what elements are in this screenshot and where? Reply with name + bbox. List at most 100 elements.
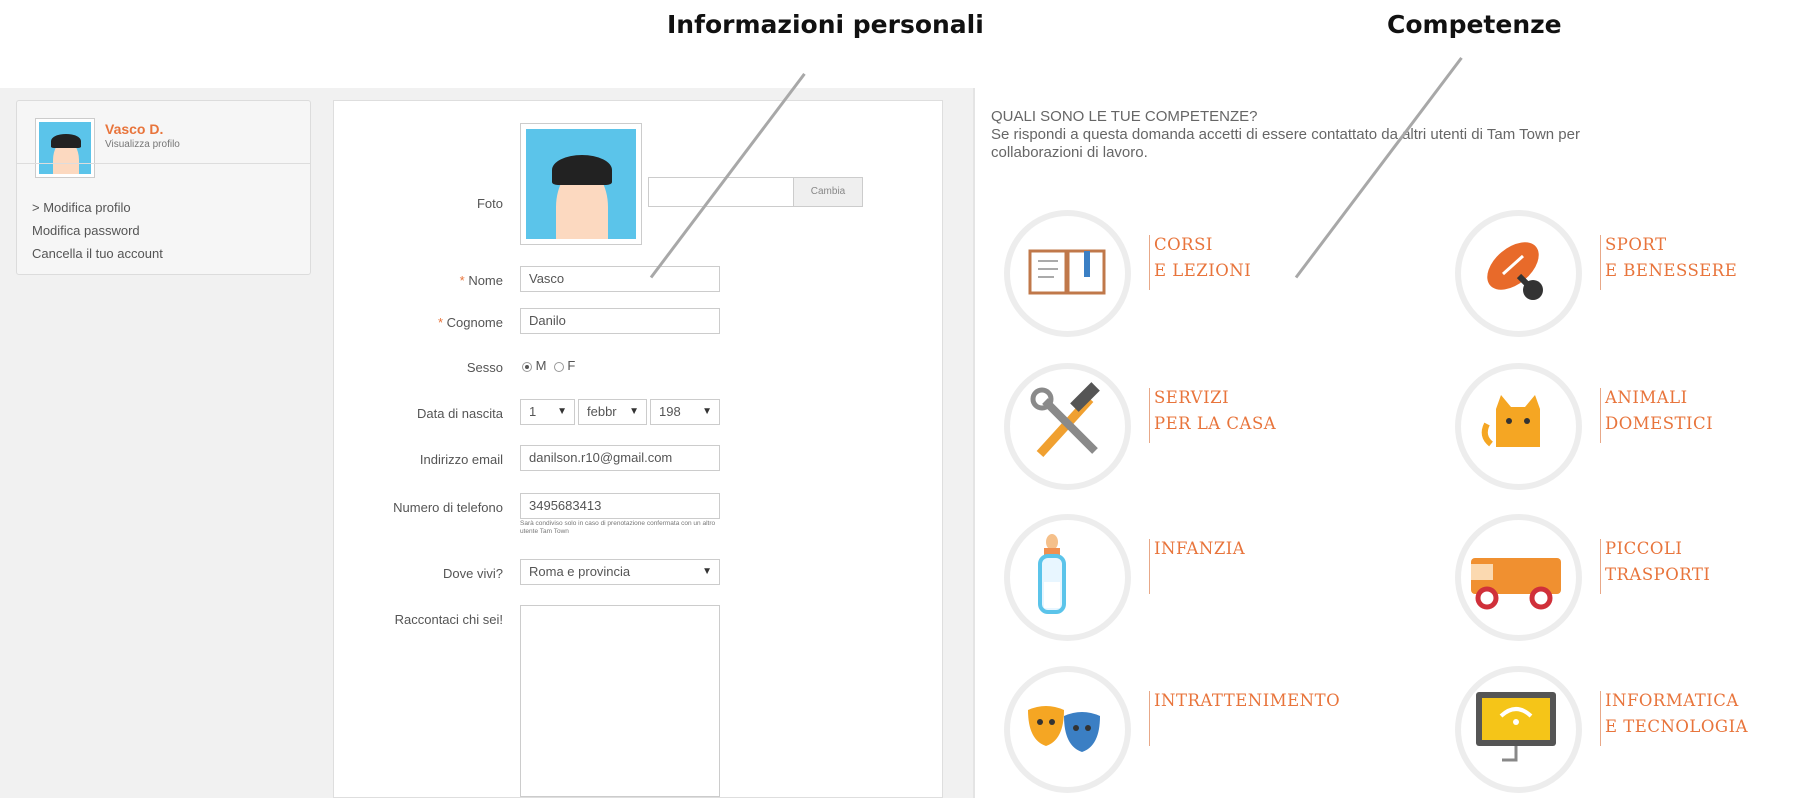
view-profile-link[interactable]: Visualizza profilo [105,139,180,150]
van-icon [1471,558,1561,610]
skill-label: CORSI E LEZIONI [1154,232,1251,284]
menu-item-cancella-account[interactable]: Cancella il tuo account [32,242,163,265]
menu-item-modifica-password[interactable]: Modifica password [32,219,163,242]
skill-label-line2: DOMESTICI [1605,414,1714,433]
sesso-radio-m[interactable] [522,361,532,372]
location-select[interactable]: Roma e provincia ▼ [520,559,720,585]
skill-item-animali[interactable]: ANIMALI DOMESTICI [1455,363,1811,493]
skill-label-line1: SERVIZI [1154,388,1230,407]
skill-label-line1: INFANZIA [1154,539,1246,558]
birth-day-value: 1 [529,404,537,419]
skill-label-line2: E TECNOLOGIA [1605,717,1749,736]
skill-item-infanzia[interactable]: INFANZIA [1004,514,1524,644]
skill-icon-circle [1004,363,1131,490]
cat-icon [1481,395,1540,447]
birth-year-select[interactable]: 198 ▼ [650,399,720,425]
skill-label: INFANZIA [1154,536,1245,562]
required-mark: * [459,273,465,288]
avatar[interactable] [35,118,95,178]
phone-help-text: Sarà condiviso solo in caso di prenotazi… [520,520,716,535]
skill-label-line2: TRASPORTI [1605,565,1711,584]
skill-label: INTRATTENIMENTO [1154,688,1340,714]
skill-item-sport[interactable]: SPORT E BENESSERE [1455,210,1811,340]
book-icon [1028,249,1106,295]
change-photo-button[interactable]: Cambia [793,177,863,207]
skill-separator [1600,235,1601,290]
skill-label: SERVIZI PER LA CASA [1154,385,1276,437]
about-label: Raccontaci chi sei! [394,612,503,627]
profile-name[interactable]: Vasco D. [105,121,163,137]
nome-label-text: Nome [468,273,503,288]
sesso-radio-group: M F [522,358,575,373]
vertical-divider [973,88,975,798]
skill-label: PICCOLI TRASPORTI [1605,536,1710,588]
menu-item-modifica-profilo[interactable]: > Modifica profilo [32,196,163,219]
skill-label-line1: INFORMATICA [1605,691,1739,710]
cognome-input[interactable]: Danilo [520,308,720,334]
skill-item-servizi[interactable]: SERVIZI PER LA CASA [1004,363,1524,493]
skill-icon-circle [1455,514,1582,641]
skill-separator [1149,691,1150,746]
dropdown-arrow-icon: ▼ [702,406,712,417]
nome-input[interactable]: Vasco [520,266,720,292]
birth-day-select[interactable]: 1 ▼ [520,399,575,425]
skill-icon-circle [1455,666,1582,793]
skill-label-line2: E BENESSERE [1605,261,1738,280]
birth-month-value: febbr [587,404,617,419]
skill-separator [1600,539,1601,594]
theatre-masks-icon [1028,706,1100,752]
sesso-radio-f[interactable] [553,361,564,372]
skill-label-line1: PICCOLI [1605,539,1683,558]
phone-label: Numero di telefono [393,500,503,515]
sesso-label: Sesso [466,360,503,375]
nome-label: * Nome [333,273,503,288]
skill-icon-circle [1004,666,1131,793]
phone-input[interactable]: 3495683413 [520,493,720,519]
skill-separator [1600,388,1601,443]
baby-bottle-icon [1038,534,1066,614]
profile-card: Vasco D. Visualizza profilo > Modifica p… [16,100,311,275]
skill-separator [1149,235,1150,290]
required-mark: * [437,315,443,330]
location-value: Roma e provincia [529,564,631,579]
rugby-ball-icon [1487,242,1543,300]
skill-label-line1: INTRATTENIMENTO [1154,691,1341,710]
foto-label: Foto [476,196,503,211]
sesso-option-f: F [567,358,576,373]
skill-label-line1: CORSI [1154,235,1213,254]
cognome-label: * Cognome [333,315,503,330]
skill-icon-circle [1455,363,1582,490]
dropdown-arrow-icon: ▼ [557,406,567,417]
location-label: Dove vivi? [443,566,503,581]
birth-year-value: 198 [659,404,681,419]
monitor-icon [1476,692,1556,762]
skill-icon-circle [1455,210,1582,337]
skills-description: Se rispondi a questa domanda accetti di … [991,126,1580,143]
profile-photo[interactable] [520,123,642,245]
profile-card-separator [17,163,310,164]
birth-date-label: Data di nascita [417,406,503,421]
skill-separator [1600,691,1601,746]
dropdown-arrow-icon: ▼ [702,566,712,577]
skills-description-2: collaborazioni di lavoro. [991,144,1148,161]
annotation-personal-info: Informazioni personali [667,10,984,39]
skill-label-line2: PER LA CASA [1154,414,1277,433]
skill-item-corsi[interactable]: CORSI E LEZIONI [1004,210,1524,340]
email-label: Indirizzo email [419,452,503,467]
skill-item-informatica[interactable]: INFORMATICA E TECNOLOGIA [1455,666,1811,796]
skill-separator [1149,539,1150,594]
skill-icon-circle [1004,210,1131,337]
about-textarea[interactable] [520,605,720,797]
email-input[interactable]: danilson.r10@gmail.com [520,445,720,471]
skill-label-line1: SPORT [1605,235,1667,254]
dropdown-arrow-icon: ▼ [629,406,639,417]
skill-label-line2: E LEZIONI [1154,261,1252,280]
skill-label: INFORMATICA E TECNOLOGIA [1605,688,1748,740]
birth-month-select[interactable]: febbr ▼ [578,399,647,425]
skill-item-intrattenimento[interactable]: INTRATTENIMENTO [1004,666,1524,796]
sesso-option-m: M [535,358,547,373]
skills-question: QUALI SONO LE TUE COMPETENZE? [991,108,1258,125]
tools-icon [1030,382,1100,458]
cognome-label-text: Cognome [446,315,503,330]
skill-item-trasporti[interactable]: PICCOLI TRASPORTI [1455,514,1811,644]
